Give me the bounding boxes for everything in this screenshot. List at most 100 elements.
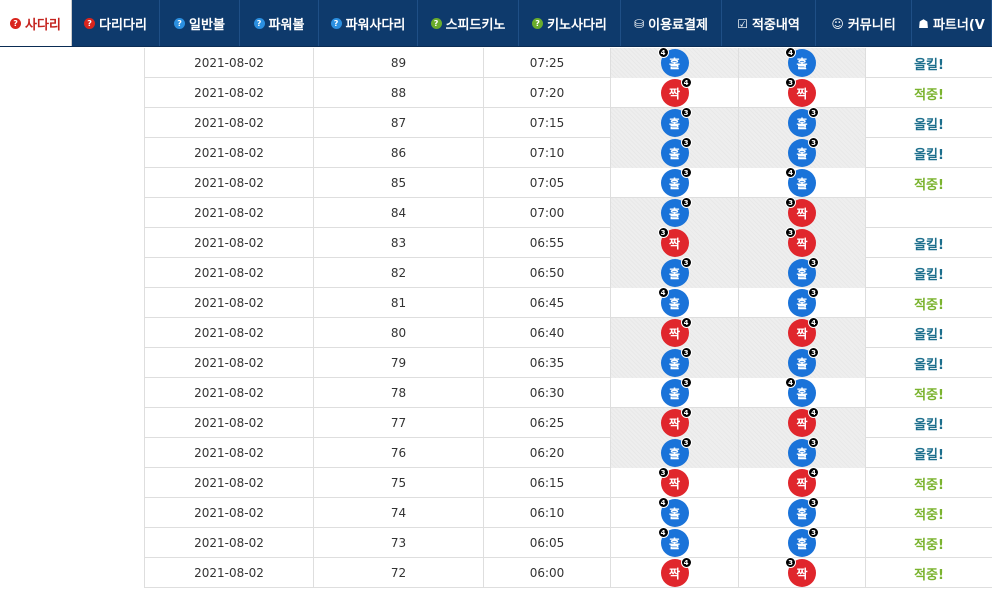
pick-cell-1: 홀3 bbox=[611, 197, 739, 228]
table-row: 2021-08-02 80 06:40 짝 4 짝 4 올킬! bbox=[144, 317, 992, 348]
ladder-count-badge: 3 bbox=[808, 107, 819, 118]
ladder-count-badge: 3 bbox=[785, 227, 796, 238]
tab-keno-ladder[interactable]: ? 키노사다리 bbox=[519, 0, 621, 46]
odd-even-ball: 홀3 bbox=[788, 257, 819, 287]
odd-even-ball: 짝4 bbox=[660, 317, 692, 347]
pick-cell-2: 짝3 bbox=[739, 227, 866, 258]
question-icon: ? bbox=[330, 18, 342, 29]
round-cell: 75 bbox=[314, 468, 484, 498]
date-cell: 2021-08-02 bbox=[144, 528, 314, 558]
ladder-count-badge: 3 bbox=[808, 497, 819, 508]
result-cell: 올킬! bbox=[914, 117, 944, 133]
round-cell: 80 bbox=[314, 318, 484, 348]
odd-even-ball: 짝4 bbox=[660, 557, 692, 587]
table-row: 2021-08-02 84 07:00 홀 3 짝 3 bbox=[144, 197, 992, 228]
result-cell: 올킬! bbox=[914, 417, 944, 433]
ball-label: 짝 bbox=[796, 206, 808, 221]
tab-ladder[interactable]: ? 사다리 bbox=[0, 0, 72, 46]
tab-dari-dari[interactable]: ? 다리다리 bbox=[72, 0, 160, 46]
result-cell: 올킬! bbox=[914, 57, 944, 73]
table-row: 2021-08-02 78 06:30 홀 3 홀 4 적중! bbox=[144, 377, 992, 408]
time-cell: 06:50 bbox=[484, 258, 611, 288]
time-cell: 06:45 bbox=[484, 288, 611, 318]
ladder-count-badge: 4 bbox=[808, 317, 819, 328]
ladder-count-badge: 4 bbox=[680, 557, 692, 568]
odd-even-ball: 홀3 bbox=[660, 197, 692, 227]
result-cell: 적중! bbox=[914, 297, 944, 313]
ladder-count-badge: 3 bbox=[680, 257, 692, 268]
ball-label: 짝 bbox=[668, 566, 681, 581]
time-cell: 06:10 bbox=[484, 498, 611, 528]
pick-cell-1: 홀3 bbox=[611, 377, 739, 408]
tab-hit-history[interactable]: ☑ 적중내역 bbox=[722, 0, 816, 46]
ball-label: 홀 bbox=[668, 446, 681, 461]
pick-cell-2: 짝4 bbox=[739, 407, 866, 438]
table-row: 2021-08-02 83 06:55 짝 3 짝 3 올킬! bbox=[144, 227, 992, 258]
date-cell: 2021-08-02 bbox=[144, 348, 314, 378]
tab-normal-ball[interactable]: ? 일반볼 bbox=[160, 0, 240, 46]
table-row: 2021-08-02 73 06:05 홀 4 홀 3 적중! bbox=[144, 527, 992, 558]
odd-even-ball: 홀3 bbox=[660, 257, 692, 287]
result-cell: 올킬! bbox=[914, 267, 944, 283]
time-cell: 07:00 bbox=[484, 198, 611, 228]
ball-label: 짝 bbox=[796, 566, 808, 581]
time-cell: 07:20 bbox=[484, 78, 611, 108]
odd-even-ball: 홀3 bbox=[788, 527, 819, 557]
ball-label: 홀 bbox=[796, 266, 808, 281]
date-cell: 2021-08-02 bbox=[144, 258, 314, 288]
ball-label: 홀 bbox=[796, 176, 808, 191]
table-row: 2021-08-02 76 06:20 홀 3 홀 3 올킬! bbox=[144, 437, 992, 468]
round-cell: 85 bbox=[314, 168, 484, 198]
tab-partner[interactable]: ☗ 파트너(V bbox=[912, 0, 992, 46]
date-cell: 2021-08-02 bbox=[144, 198, 314, 228]
tab-label: 파트너(V bbox=[932, 18, 985, 33]
pick-cell-2: 홀3 bbox=[739, 257, 866, 288]
odd-even-ball: 짝4 bbox=[660, 77, 692, 107]
ladder-count-badge: 4 bbox=[785, 47, 796, 58]
checkbox-icon: ☑ bbox=[737, 16, 748, 31]
question-icon: ? bbox=[532, 18, 544, 29]
tab-power-ladder[interactable]: ? 파워사다리 bbox=[319, 0, 418, 46]
ball-label: 홀 bbox=[796, 386, 808, 401]
date-cell: 2021-08-02 bbox=[144, 288, 314, 318]
ball-label: 홀 bbox=[796, 536, 808, 551]
result-cell: 올킬! bbox=[914, 327, 944, 343]
tab-speed-keno[interactable]: ? 스피드키노 bbox=[418, 0, 519, 46]
odd-even-ball: 짝4 bbox=[788, 467, 819, 497]
pick-cell-2: 짝3 bbox=[739, 197, 866, 228]
pick-cell-1: 홀4 bbox=[611, 47, 739, 78]
date-cell: 2021-08-02 bbox=[144, 408, 314, 438]
ladder-count-badge: 3 bbox=[680, 167, 692, 178]
odd-even-ball: 홀3 bbox=[660, 347, 692, 377]
pick-cell-2: 짝3 bbox=[739, 557, 866, 588]
date-cell: 2021-08-02 bbox=[144, 318, 314, 348]
ball-label: 홀 bbox=[668, 296, 681, 311]
odd-even-ball: 홀4 bbox=[785, 167, 816, 197]
odd-even-ball: 짝3 bbox=[785, 557, 816, 587]
result-cell: 올킬! bbox=[914, 147, 944, 163]
result-cell: 적중! bbox=[914, 507, 944, 523]
pick-cell-2: 홀4 bbox=[739, 47, 866, 78]
tab-payment[interactable]: ⛁ 이용료결제 bbox=[621, 0, 722, 46]
tab-community[interactable]: ☺ 커뮤니티 bbox=[816, 0, 912, 46]
pick-cell-2: 홀3 bbox=[739, 497, 866, 528]
odd-even-ball: 짝3 bbox=[657, 467, 689, 497]
odd-even-ball: 짝4 bbox=[788, 407, 819, 437]
pick-cell-2: 홀3 bbox=[739, 527, 866, 558]
table-row: 2021-08-02 72 06:00 짝 4 짝 3 적중! bbox=[144, 557, 992, 588]
tab-label: 커뮤니티 bbox=[847, 18, 896, 33]
pick-cell-1: 홀4 bbox=[611, 287, 739, 318]
ladder-count-badge: 4 bbox=[785, 167, 796, 178]
pick-cell-2: 짝4 bbox=[739, 467, 866, 498]
table-row: 2021-08-02 74 06:10 홀 4 홀 3 적중! bbox=[144, 497, 992, 528]
users-icon: ☗ bbox=[918, 16, 929, 31]
ladder-count-badge: 4 bbox=[657, 47, 669, 58]
odd-even-ball: 홀4 bbox=[657, 287, 689, 317]
ladder-count-badge: 3 bbox=[808, 257, 819, 268]
top-navigation: ? 사다리? 다리다리? 일반볼? 파워볼? 파워사다리? 스피드키노? 키노사다리 ⛁ 이용료결… bbox=[0, 0, 992, 47]
tab-powerball[interactable]: ? 파워볼 bbox=[240, 0, 319, 46]
ladder-count-badge: 4 bbox=[785, 377, 796, 388]
ladder-count-badge: 4 bbox=[680, 317, 692, 328]
result-cell: 올킬! bbox=[914, 237, 944, 253]
question-icon: ? bbox=[10, 18, 22, 29]
